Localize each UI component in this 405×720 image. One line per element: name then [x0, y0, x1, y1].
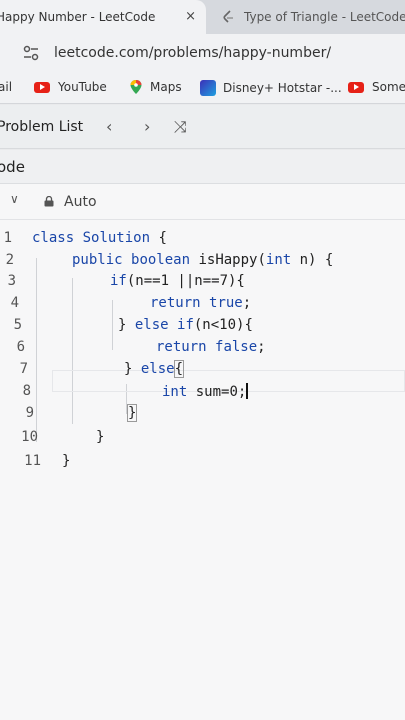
- text-caret: [246, 383, 248, 399]
- code-text: public boolean isHappy(int n) {: [72, 252, 334, 268]
- code-line: 8 int sum=0;: [0, 383, 405, 405]
- line-number: 6: [16, 339, 25, 355]
- code-line: 2 public boolean isHappy(int n) {: [0, 252, 405, 274]
- code-line: 5 } else if(n<10){: [0, 317, 405, 339]
- bookmark-label: Disney+ Hotstar -...: [223, 81, 342, 95]
- bookmark-youtube[interactable]: YouTube: [34, 80, 107, 94]
- close-icon[interactable]: ×: [185, 9, 196, 24]
- youtube-icon: [34, 81, 50, 93]
- code-line: 7 } else{: [0, 360, 405, 383]
- next-problem-icon[interactable]: ›: [144, 117, 150, 136]
- code-panel: ode ∨ Auto 1 class Solution { 2 public b…: [0, 150, 405, 720]
- line-number: 5: [13, 317, 22, 333]
- code-line: 10 }: [0, 429, 405, 451]
- leetcode-icon: [222, 10, 236, 24]
- bookmark-some[interactable]: Some A: [348, 80, 405, 94]
- tab-strip: Happy Number - LeetCode × Type of Triang…: [0, 0, 405, 34]
- maps-pin-icon: [130, 80, 142, 94]
- hotstar-icon: [200, 80, 216, 96]
- code-line: 4 return true;: [0, 295, 405, 317]
- line-number: 3: [7, 273, 16, 289]
- code-text: return false;: [156, 339, 266, 355]
- auto-mode-label[interactable]: Auto: [64, 194, 97, 210]
- line-number: 7: [19, 361, 28, 377]
- line-number: 8: [22, 383, 31, 399]
- line-number: 2: [5, 252, 14, 268]
- code-text: }: [96, 429, 105, 445]
- code-text: class Solution {: [32, 230, 167, 246]
- panel-header: ode: [0, 150, 405, 184]
- code-text: if(n==1 ||n==7){: [110, 273, 245, 289]
- tab-happy-number[interactable]: Happy Number - LeetCode ×: [0, 0, 206, 34]
- code-text: } else if(n<10){: [118, 317, 253, 333]
- code-text: }: [62, 453, 71, 469]
- code-text: } else{: [124, 360, 185, 378]
- code-editor[interactable]: 1 class Solution { 2 public boolean isHa…: [0, 220, 405, 720]
- problem-list-link[interactable]: Problem List: [0, 119, 83, 135]
- bookmark-label: YouTube: [58, 80, 107, 94]
- bookmark-label: ail: [0, 80, 13, 94]
- code-text: int sum=0;: [162, 383, 248, 400]
- code-line: 1 class Solution {: [0, 230, 405, 252]
- code-text: return true;: [150, 295, 252, 311]
- address-bar[interactable]: leetcode.com/problems/happy-number/: [0, 34, 405, 74]
- lock-icon: [44, 196, 54, 207]
- line-number: 11: [24, 453, 41, 469]
- line-number: 1: [3, 230, 12, 246]
- code-line: 3 if(n==1 ||n==7){: [0, 273, 405, 295]
- bookmark-label: Some A: [372, 80, 405, 94]
- shuffle-icon[interactable]: ⤨: [174, 117, 187, 137]
- tab-type-of-triangle[interactable]: Type of Triangle - LeetCode: [214, 0, 405, 34]
- bookmark-mail[interactable]: ail: [0, 80, 12, 94]
- editor-toolbar: ∨ Auto: [0, 184, 405, 220]
- prev-problem-icon[interactable]: ‹: [106, 117, 112, 136]
- code-text: }: [126, 404, 138, 422]
- line-number: 10: [21, 429, 38, 445]
- line-number: 4: [10, 295, 19, 311]
- leetcode-nav: Problem List ‹ › ⤨: [0, 105, 405, 149]
- tab-title: Happy Number - LeetCode: [0, 10, 156, 24]
- line-number: 9: [25, 405, 34, 421]
- code-line: 9 }: [0, 404, 405, 427]
- youtube-icon: [348, 81, 364, 93]
- tab-title: Type of Triangle - LeetCode: [244, 10, 405, 24]
- code-line: 6 return false;: [0, 339, 405, 361]
- language-dropdown-icon[interactable]: ∨: [10, 192, 19, 206]
- code-line: 11 }: [0, 453, 405, 475]
- url-text[interactable]: leetcode.com/problems/happy-number/: [54, 45, 331, 61]
- panel-title: ode: [0, 158, 25, 176]
- bookmark-label: Maps: [150, 80, 182, 94]
- bookmarks-bar: ail YouTube Maps Disney+ Hotstar -... So…: [0, 74, 405, 104]
- bookmark-maps[interactable]: Maps: [130, 80, 182, 94]
- site-settings-icon[interactable]: [22, 44, 40, 62]
- bookmark-hotstar[interactable]: Disney+ Hotstar -...: [200, 80, 342, 96]
